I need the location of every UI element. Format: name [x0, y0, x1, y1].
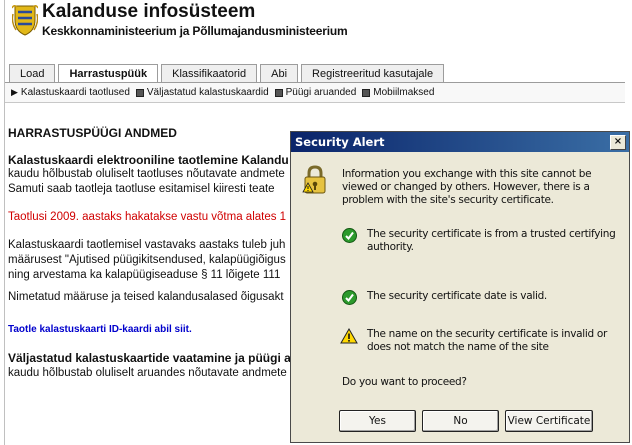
tab-registreeritud-kasutajale[interactable]: Registreeritud kasutajale [301, 64, 445, 82]
warning-triangle-icon [340, 328, 358, 344]
check-trusted-authority-text: The security certificate is from a trust… [367, 228, 616, 253]
paragraph-text: Nimetatud määruse ja teised kalandusalas… [8, 291, 284, 303]
paragraph-text: ning arvestama ka kalapüügiseaduse § 11 … [8, 269, 281, 281]
paragraph-text: Samuti saab taotleja taotluse esitamisel… [8, 183, 275, 195]
proceed-question: Do you want to proceed? [342, 376, 467, 388]
section-title: HARRASTUSPÜÜGI ANDMED [8, 126, 177, 140]
square-bullet-icon [362, 88, 371, 97]
id-card-application-link[interactable]: Taotle kalastuskaarti ID-kaardi abil sii… [8, 322, 192, 337]
paragraph-text: määrusest "Ajutised püügikitsendused, ka… [8, 254, 286, 266]
warning-name-mismatch-text: The name on the security certificate is … [367, 328, 608, 353]
subnav-mobiilmaksed[interactable]: Mobiilmaksed [373, 87, 434, 98]
checkmark-ok-icon [342, 228, 357, 243]
checkmark-ok-icon [342, 290, 357, 305]
red-notice: Taotlusi 2009. aastaks hakatakse vastu v… [8, 211, 287, 223]
close-icon[interactable]: × [610, 135, 626, 150]
dialog-intro-text: Information you exchange with this site … [342, 168, 592, 206]
dialog-title[interactable]: Security Alert [291, 132, 629, 152]
view-certificate-button[interactable]: View Certificate [505, 410, 593, 432]
subnav-puugi-aruanded[interactable]: Püügi aruanded [286, 87, 357, 98]
web-page: Kalanduse infosüsteem Keskkonnaministeer… [0, 0, 632, 445]
paragraph-text: kaudu hõlbustab oluliselt taotluses nõut… [8, 168, 285, 180]
heading-elektrooniline-taotlemine: Kalastuskaardi elektrooniline taotlemine… [8, 153, 289, 167]
no-button[interactable]: No [422, 410, 499, 432]
paragraph-text: kaudu hõlbustab oluliselt aruandes nõuta… [8, 367, 287, 379]
heading-valjastatud-kalastuskaartide: Väljastatud kalastuskaartide vaatamine j… [8, 351, 291, 365]
security-alert-dialog: Security Alert × Information you exchang… [290, 131, 630, 443]
main-content: HARRASTUSPÜÜGI ANDMED Kalastuskaardi ele… [0, 0, 292, 445]
check-date-valid-text: The security certificate date is valid. [367, 290, 547, 302]
padlock-warning-icon [302, 165, 326, 194]
yes-button[interactable]: Yes [339, 410, 416, 432]
paragraph-text: Kalastuskaardi taotlemisel vastavaks aas… [8, 239, 286, 251]
